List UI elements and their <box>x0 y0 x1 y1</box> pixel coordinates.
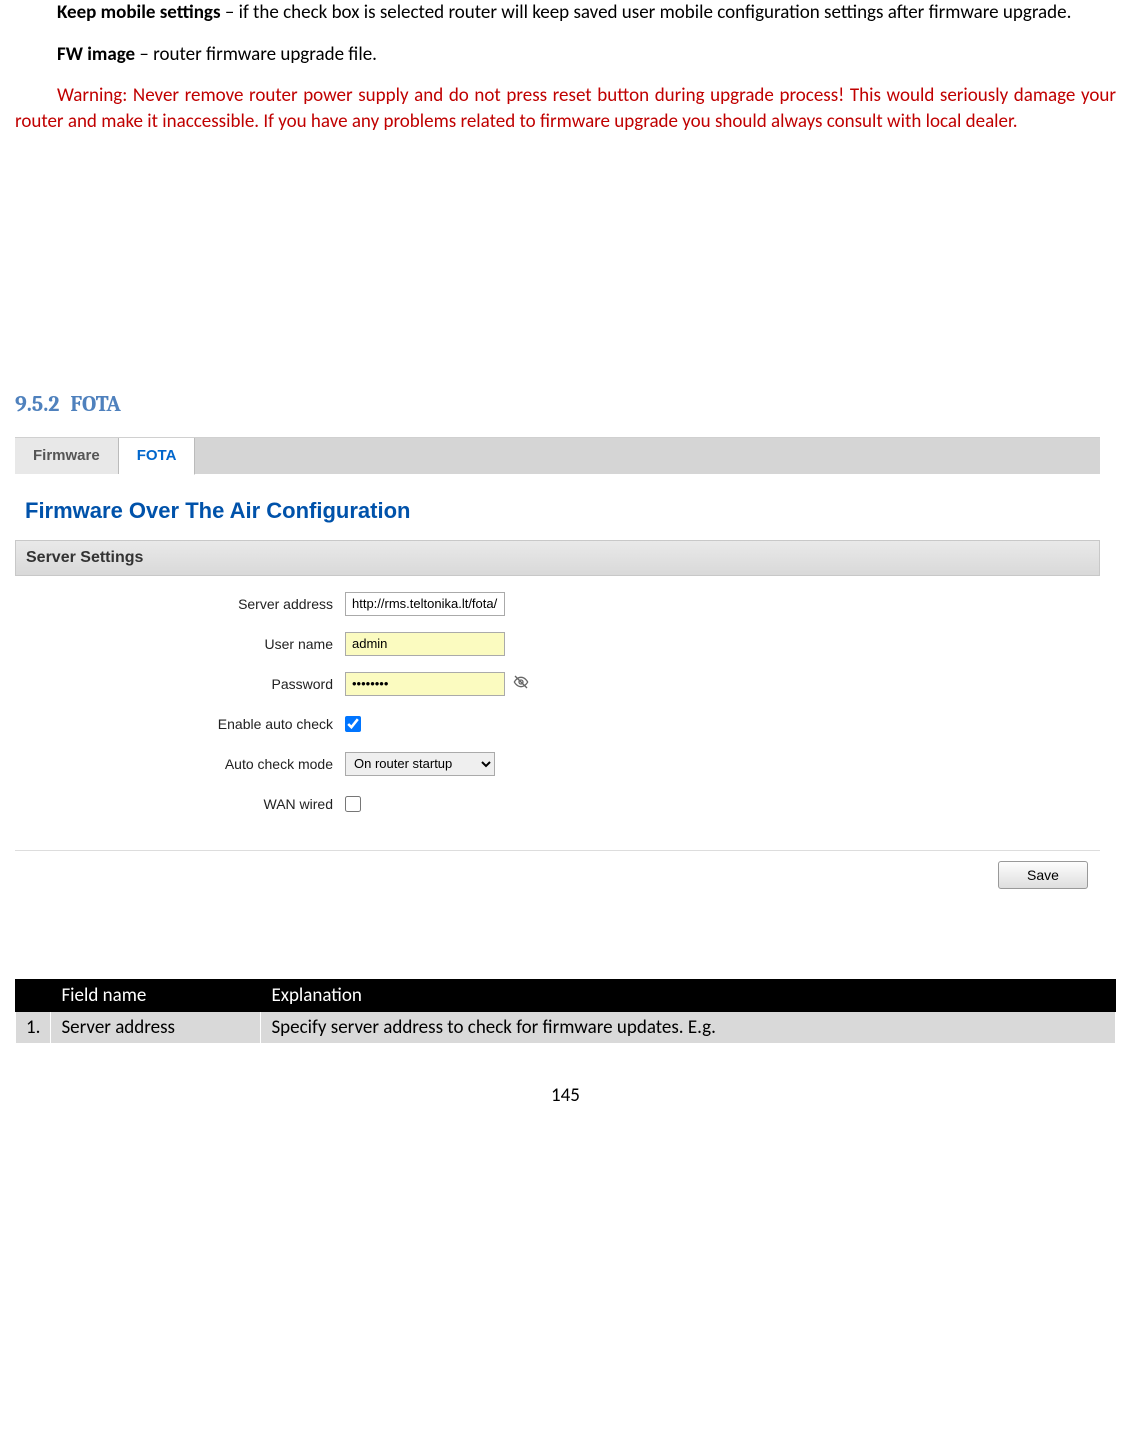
label-user-name: User name <box>25 636 345 652</box>
section-title: FOTA <box>70 391 120 417</box>
server-address-input[interactable] <box>345 592 505 616</box>
fota-screenshot: Firmware FOTA Firmware Over The Air Conf… <box>15 437 1100 899</box>
user-name-input[interactable] <box>345 632 505 656</box>
fw-image-paragraph: FW image – router firmware upgrade file. <box>15 42 1116 68</box>
wan-wired-checkbox[interactable] <box>345 796 361 812</box>
config-title: Firmware Over The Air Configuration <box>15 474 1100 540</box>
label-auto-check-mode: Auto check mode <box>25 756 345 772</box>
cell-num: 1. <box>16 1011 51 1043</box>
header-desc: Explanation <box>261 979 1116 1011</box>
password-input[interactable] <box>345 672 505 696</box>
label-enable-auto-check: Enable auto check <box>25 716 345 732</box>
keep-mobile-paragraph: Keep mobile settings – if the check box … <box>15 0 1116 26</box>
description-table: Field name Explanation 1. Server address… <box>15 979 1116 1044</box>
label-server-address: Server address <box>25 596 345 612</box>
label-wan-wired: WAN wired <box>25 796 345 812</box>
header-num <box>16 979 51 1011</box>
row-wan-wired: WAN wired <box>25 790 1090 818</box>
table-row: 1. Server address Specify server address… <box>16 1011 1116 1043</box>
tab-firmware[interactable]: Firmware <box>15 438 119 474</box>
form-area: Server address User name Password Enable… <box>15 576 1100 850</box>
keep-mobile-label: Keep mobile settings <box>57 1 221 24</box>
eye-slash-icon[interactable] <box>513 674 529 694</box>
save-button[interactable]: Save <box>998 861 1088 889</box>
section-heading: 9.5.2 FOTA <box>15 391 1116 417</box>
tabs-row: Firmware FOTA <box>15 438 1100 474</box>
section-number: 9.5.2 <box>15 391 59 417</box>
row-auto-check-mode: Auto check mode On router startup <box>25 750 1090 778</box>
cell-desc: Specify server address to check for firm… <box>261 1011 1116 1043</box>
label-password: Password <box>25 676 345 692</box>
row-server-address: Server address <box>25 590 1090 618</box>
header-field: Field name <box>51 979 261 1011</box>
row-enable-auto-check: Enable auto check <box>25 710 1090 738</box>
fw-image-label: FW image <box>57 43 135 66</box>
enable-auto-check-checkbox[interactable] <box>345 716 361 732</box>
save-row: Save <box>15 850 1100 899</box>
spacer <box>15 151 1116 391</box>
auto-check-mode-select[interactable]: On router startup <box>345 752 495 776</box>
row-user-name: User name <box>25 630 1090 658</box>
tab-fota[interactable]: FOTA <box>119 438 196 475</box>
server-settings-header: Server Settings <box>15 540 1100 576</box>
fw-image-text: – router firmware upgrade file. <box>135 43 377 66</box>
page-number: 145 <box>15 1084 1116 1107</box>
row-password: Password <box>25 670 1090 698</box>
table-header-row: Field name Explanation <box>16 979 1116 1011</box>
cell-field: Server address <box>51 1011 261 1043</box>
warning-paragraph: Warning: Never remove router power suppl… <box>15 83 1116 134</box>
keep-mobile-text: – if the check box is selected router wi… <box>221 1 1072 24</box>
